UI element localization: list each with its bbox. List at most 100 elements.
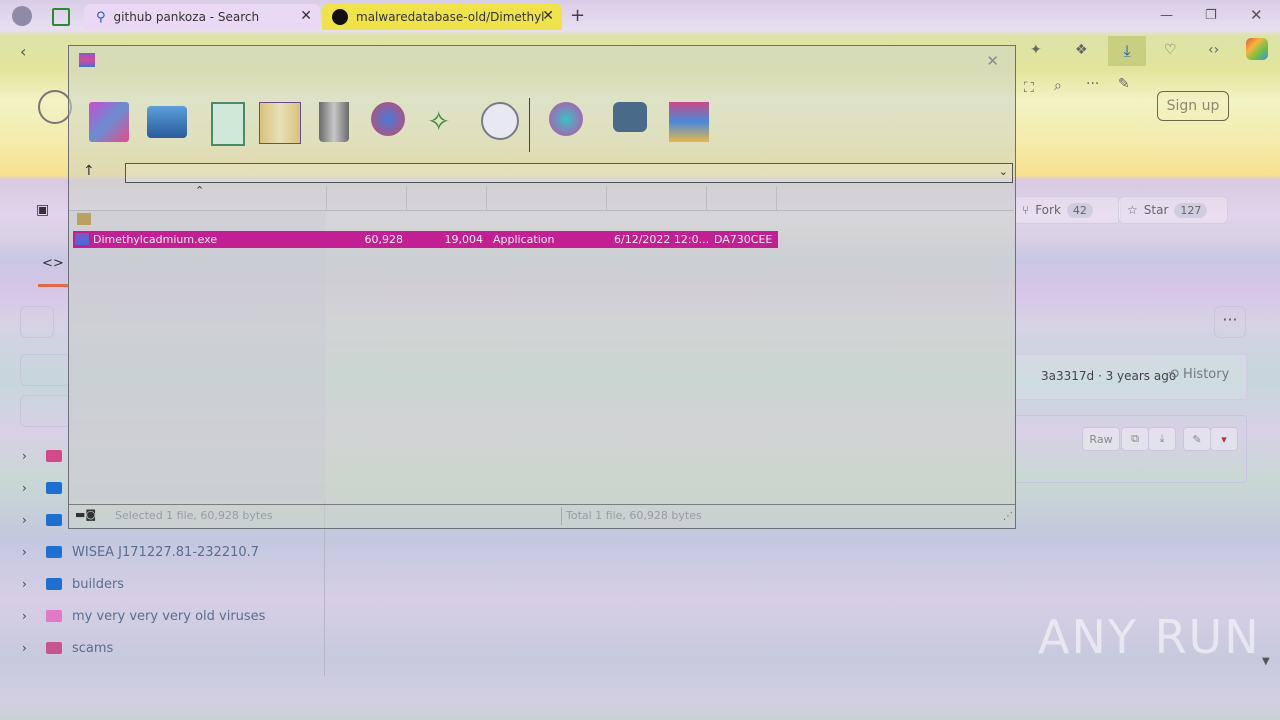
virus-scan-icon[interactable] [549,102,583,136]
info-icon[interactable] [481,102,519,140]
chevron-down-icon[interactable]: ▾ [1210,427,1238,451]
back-icon[interactable]: ‹ [20,42,26,61]
download-icon[interactable]: ⤓ [1148,427,1176,451]
raw-button[interactable]: Raw [1082,427,1120,451]
status-selected: Selected 1 file, 60,928 bytes [115,509,273,522]
file-name: Dimethylcadmium.exe [93,233,218,246]
edit-icon[interactable]: ✎ [1183,427,1211,451]
status-separator [561,507,562,525]
branch-selector[interactable] [20,354,72,386]
go-to-file-input[interactable] [20,395,72,427]
sort-ascending-icon: ⌃ [195,184,205,197]
zoom-icon[interactable]: ⌕ [1054,78,1062,94]
new-tab-icon[interactable]: + [570,5,585,26]
chevron-right-icon: › [22,577,27,591]
tree-item[interactable]: › scams [20,632,320,664]
watermark: ANY RUN [1038,610,1261,664]
exe-file-icon [75,233,89,245]
folder-icon [46,578,62,590]
window-titlebar: ✕ [69,46,1015,74]
add-icon[interactable] [89,102,129,142]
chevron-right-icon: › [22,513,27,527]
sign-up-button[interactable]: Sign up [1157,91,1229,121]
more-options-button[interactable]: ··· [1214,306,1246,338]
delete-icon[interactable] [319,102,349,142]
repo-icon: ▣ [36,202,50,218]
column-separator[interactable] [486,186,487,210]
commit-info[interactable]: 3a3317d · 3 years ago [1041,369,1176,383]
extract-icon[interactable] [147,106,187,138]
column-separator[interactable] [406,186,407,210]
tree-item[interactable]: › WISEA J171227.81-232210.7 [20,536,320,568]
history-link[interactable]: ⟲ History [1168,367,1229,382]
column-separator[interactable] [776,186,777,210]
menu-dots-icon[interactable]: ··· [1086,76,1099,92]
wizard-icon[interactable]: ✧ [427,102,467,142]
folder-icon [46,642,62,654]
star-label: Star [1143,203,1169,217]
close-icon[interactable]: ✕ [986,52,999,70]
up-folder-icon[interactable]: ↑ [83,163,95,179]
parent-folder-icon[interactable] [77,213,91,225]
chevron-right-icon: › [22,545,27,559]
tree-item[interactable]: › builders [20,568,320,600]
find-icon[interactable] [371,102,405,136]
minimize-icon[interactable]: — [1160,8,1173,23]
active-tab-indicator [38,284,68,287]
test-icon[interactable] [211,102,245,146]
path-bar: ↑ ⌄ [69,161,1015,185]
github-logo-icon[interactable] [38,90,72,124]
star-button[interactable]: ☆ Star 127 [1118,196,1228,224]
resize-grip-icon[interactable]: ⋰ [1003,511,1013,522]
copy-icon[interactable]: ⧉ [1121,427,1149,451]
status-bar: ▬◙ Selected 1 file, 60,928 bytes Total 1… [69,504,1015,527]
comment-icon[interactable] [613,102,647,132]
file-row[interactable]: Dimethylcadmium.exe 60,928 19,004 Applic… [73,231,778,248]
extension-icon[interactable]: ✦ [1030,42,1042,58]
drive-icon[interactable]: ▬◙ [75,508,96,521]
chevron-right-icon: › [22,609,27,623]
file-crc: DA730CEE [714,233,773,246]
column-separator[interactable] [606,186,607,210]
file-size: 60,928 [364,233,404,246]
folder-icon [46,546,62,558]
toolbar-separator [529,98,530,152]
fork-count: 42 [1066,202,1093,218]
tab-title: github pankoza - Search [113,10,260,24]
more-icon[interactable]: ‹› [1208,42,1219,58]
archiver-toolbar: ✧ [69,94,1015,160]
close-tab-icon[interactable]: ✕ [542,8,554,24]
chevron-right-icon: › [22,481,27,495]
view-icon[interactable] [259,102,301,144]
pin-icon[interactable]: ✎ [1118,76,1130,92]
puzzle-icon[interactable]: ❖ [1075,42,1088,58]
list-header: ⌃ [69,184,1013,211]
folder-icon [46,450,62,462]
close-tab-icon[interactable]: ✕ [300,8,312,24]
health-icon[interactable]: ♡ [1164,42,1177,58]
tab-groups-icon[interactable] [52,8,70,26]
sfx-icon[interactable] [669,102,709,142]
fork-button[interactable]: ⑂ Fork 42 [1013,196,1121,224]
code-tab-icon[interactable]: <> [42,256,64,271]
tab-malwaredatabase[interactable]: malwaredatabase-old/Dimethyl ✕ [322,4,562,30]
column-separator[interactable] [706,186,707,210]
file-packed: 19,004 [444,233,484,246]
chevron-right-icon: › [22,641,27,655]
toggle-sidebar-button[interactable] [20,306,54,338]
tab-github-search[interactable]: ⚲ github pankoza - Search ✕ [84,4,320,30]
history-icon: ⟲ [1168,367,1179,382]
tree-item[interactable]: › my very very very old viruses [20,600,320,632]
column-separator[interactable] [326,186,327,210]
scroll-down-icon[interactable]: ▼ [1262,656,1270,667]
restore-icon[interactable]: ❐ [1205,8,1217,23]
chevron-down-icon[interactable]: ⌄ [999,165,1008,178]
tab-title: malwaredatabase-old/Dimethyl [356,10,545,24]
file-list: Dimethylcadmium.exe 60,928 19,004 Applic… [69,211,1013,501]
profile-avatar-icon[interactable] [12,6,32,26]
crop-icon[interactable]: ⛶ [1024,80,1034,96]
downloads-icon[interactable]: ⤓ [1108,36,1146,66]
close-window-icon[interactable]: ✕ [1250,6,1263,24]
path-input[interactable]: ⌄ [125,163,1013,183]
copilot-icon[interactable] [1246,38,1268,60]
